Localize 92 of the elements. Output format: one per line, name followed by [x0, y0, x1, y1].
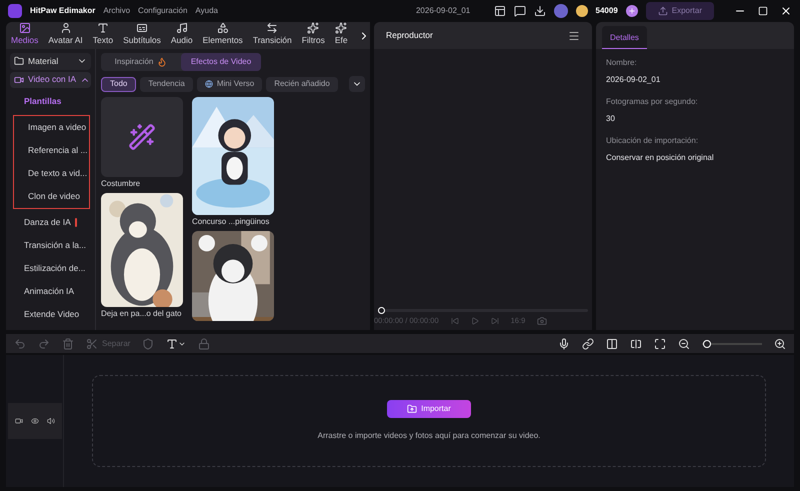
field-value: Conservar en posición original — [606, 152, 715, 164]
tab-icon — [335, 22, 348, 34]
sidebar-item[interactable]: Animación IA — [10, 280, 91, 303]
menu-icon[interactable] — [568, 30, 580, 42]
progress-thumb[interactable] — [378, 307, 385, 314]
upload-icon — [658, 6, 668, 16]
sidebar-item[interactable]: De texto a vid... — [14, 162, 89, 185]
drop-zone[interactable]: Importar Arrastre o importe videos y fotos aquí para comenzar su video. — [92, 375, 766, 467]
app-logo — [8, 4, 22, 18]
globe-icon — [204, 80, 213, 88]
flame-icon — [157, 57, 168, 67]
zoom-in-icon[interactable] — [774, 338, 786, 350]
details-tab[interactable]: Detalles — [602, 26, 647, 49]
visibility-icon[interactable] — [31, 417, 39, 425]
media-tab[interactable]: Filtros — [296, 22, 330, 49]
sidebar-item[interactable]: Extende Video — [10, 303, 91, 326]
plus-icon — [628, 7, 636, 15]
sidebar-item[interactable]: Danza de IA — [10, 211, 91, 234]
tab-icon — [307, 22, 320, 34]
export-button[interactable]: Exportar — [646, 2, 714, 20]
sidebar-item[interactable]: Clon de video — [14, 185, 89, 208]
layout-icon[interactable] — [494, 5, 506, 17]
columns-icon[interactable] — [606, 338, 618, 350]
field-label: Nombre: — [606, 57, 638, 69]
link-icon[interactable] — [582, 338, 594, 350]
drop-hint: Arrastre o importe videos y fotos aquí para comenzar su video. — [318, 430, 540, 442]
field-value: 30 — [606, 113, 616, 125]
media-tab[interactable]: Efe — [330, 22, 353, 49]
coin-count: 54009 — [596, 5, 618, 17]
media-tab[interactable]: Subtítulos — [118, 22, 166, 49]
menu-item[interactable]: Ayuda — [195, 5, 218, 17]
scissors-icon — [86, 338, 98, 350]
tab-icon — [136, 22, 148, 34]
import-button[interactable]: Importar — [387, 400, 471, 418]
add-coins-button[interactable] — [626, 5, 638, 17]
sidebar-item[interactable]: Transición a la... — [10, 234, 91, 257]
folder-icon — [14, 56, 24, 66]
menu-item[interactable]: Archivo — [103, 5, 130, 17]
sidebar-section[interactable]: Video con IA — [10, 72, 91, 88]
magic-image-icon — [128, 123, 156, 151]
volume-icon[interactable] — [47, 417, 55, 425]
sidebar-item[interactable]: Plantillas — [10, 90, 91, 113]
sidebar-item[interactable]: Referencia al ... — [14, 139, 89, 162]
segment-tab[interactable]: Inspiración — [101, 53, 181, 71]
fit-icon[interactable] — [654, 338, 666, 350]
more-filters-button[interactable] — [349, 76, 365, 92]
media-tab[interactable]: Avatar AI — [43, 22, 88, 49]
filter-chip[interactable]: Todo — [101, 76, 136, 92]
filter-chip[interactable]: Recién añadido — [266, 76, 338, 92]
filter-chip[interactable]: Mini Verso — [196, 76, 262, 92]
split-view-icon[interactable] — [630, 338, 642, 350]
microphone-icon[interactable] — [558, 338, 570, 350]
filter-chip[interactable]: Tendencia — [140, 76, 193, 92]
close-icon[interactable] — [780, 5, 792, 17]
coin-icon — [576, 5, 588, 17]
card-title: Deja en pa...o del gato — [101, 309, 183, 319]
app-name: HitPaw Edimakor — [30, 5, 96, 17]
text-tool-button[interactable] — [166, 338, 186, 350]
download-icon[interactable] — [534, 5, 546, 17]
media-tab[interactable]: Audio — [166, 22, 198, 49]
template-card[interactable] — [101, 97, 183, 177]
tab-icon — [18, 22, 31, 34]
field-value: 2026-09-02_01 — [606, 74, 662, 86]
video-icon — [14, 74, 24, 85]
tab-icon — [176, 22, 188, 34]
card-title: Concurso ...pingüinos — [192, 217, 270, 227]
video-track-icon[interactable] — [15, 417, 23, 425]
feedback-icon[interactable] — [514, 5, 526, 17]
maximize-icon[interactable] — [758, 6, 768, 16]
media-tab[interactable]: Texto — [88, 22, 118, 49]
project-title: 2026-09-02_01 — [416, 5, 470, 17]
media-tab[interactable]: Medios — [6, 22, 44, 49]
folder-icon — [407, 404, 418, 414]
sidebar-item[interactable]: Estilización de... — [10, 257, 91, 280]
field-label: Ubicación de importación: — [606, 135, 700, 147]
field-label: Fotogramas por segundo: — [606, 96, 699, 108]
sidebar-section[interactable]: Material — [10, 53, 91, 70]
tab-icon — [60, 22, 72, 34]
media-tab[interactable]: Elementos — [198, 22, 248, 49]
panel-title: Reproductor — [386, 29, 433, 42]
sidebar-item[interactable]: Imagen a video — [14, 116, 89, 139]
segment-tab[interactable]: Efectos de Video — [181, 53, 261, 71]
zoom-out-icon[interactable] — [678, 338, 690, 350]
card-title: Costumbre — [101, 179, 142, 189]
text-icon — [166, 338, 178, 350]
zoom-thumb[interactable] — [703, 340, 712, 348]
tab-icon — [96, 22, 109, 34]
avatar[interactable] — [554, 4, 568, 18]
tab-icon — [266, 22, 278, 34]
media-tab[interactable]: Transición — [248, 22, 297, 49]
menu-item[interactable]: Configuración — [138, 5, 188, 17]
tab-icon — [216, 22, 229, 34]
